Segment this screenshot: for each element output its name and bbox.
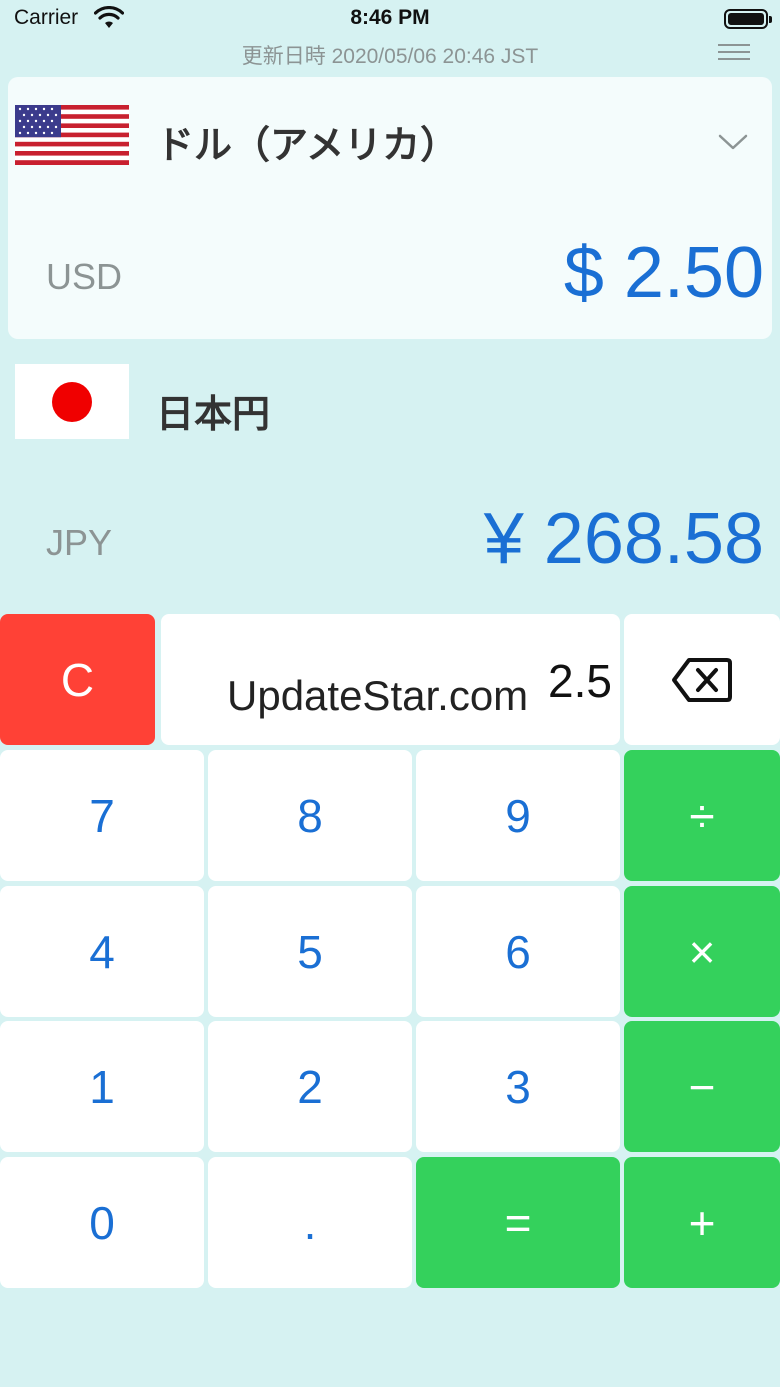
from-currency-amount: $ 2.50: [563, 233, 764, 313]
us-flag-icon: [15, 105, 129, 165]
digit-4-button[interactable]: 4: [0, 886, 204, 1017]
digit-1-button[interactable]: 1: [0, 1021, 204, 1152]
multiply-button[interactable]: ×: [624, 886, 780, 1017]
clock: 8:46 PM: [350, 6, 430, 29]
digit-3-button[interactable]: 3: [416, 1021, 620, 1152]
backspace-button[interactable]: [624, 614, 780, 745]
clear-button[interactable]: C: [0, 614, 155, 745]
update-timestamp: 更新日時 2020/05/06 20:46 JST: [241, 45, 539, 68]
divide-button[interactable]: ÷: [624, 750, 780, 881]
japan-flag-icon: [15, 364, 129, 439]
digit-2-button[interactable]: 2: [208, 1021, 412, 1152]
digit-0-button[interactable]: 0: [0, 1157, 204, 1288]
decimal-point-button[interactable]: .: [208, 1157, 412, 1288]
watermark-text: UpdateStar.com: [227, 672, 529, 719]
digit-7-button[interactable]: 7: [0, 750, 204, 881]
battery-icon: [724, 9, 772, 29]
to-currency-name[interactable]: 日本円: [156, 383, 270, 438]
chevron-down-icon[interactable]: [716, 130, 750, 152]
from-currency-code: USD: [46, 256, 123, 297]
digit-5-button[interactable]: 5: [208, 886, 412, 1017]
input-display: UpdateStar.com 2.5: [161, 614, 620, 745]
digit-6-button[interactable]: 6: [416, 886, 620, 1017]
to-currency-code: JPY: [46, 522, 113, 563]
minus-button[interactable]: −: [624, 1021, 780, 1152]
hamburger-icon[interactable]: [718, 44, 750, 62]
digit-8-button[interactable]: 8: [208, 750, 412, 881]
backspace-icon: [672, 657, 732, 702]
digit-9-button[interactable]: 9: [416, 750, 620, 881]
plus-button[interactable]: +: [624, 1157, 780, 1288]
to-currency-amount: ¥ 268.58: [483, 499, 764, 579]
input-value: 2.5: [548, 655, 612, 707]
from-currency-name: ドル（アメリカ）: [156, 125, 459, 167]
equals-button[interactable]: =: [416, 1157, 620, 1288]
